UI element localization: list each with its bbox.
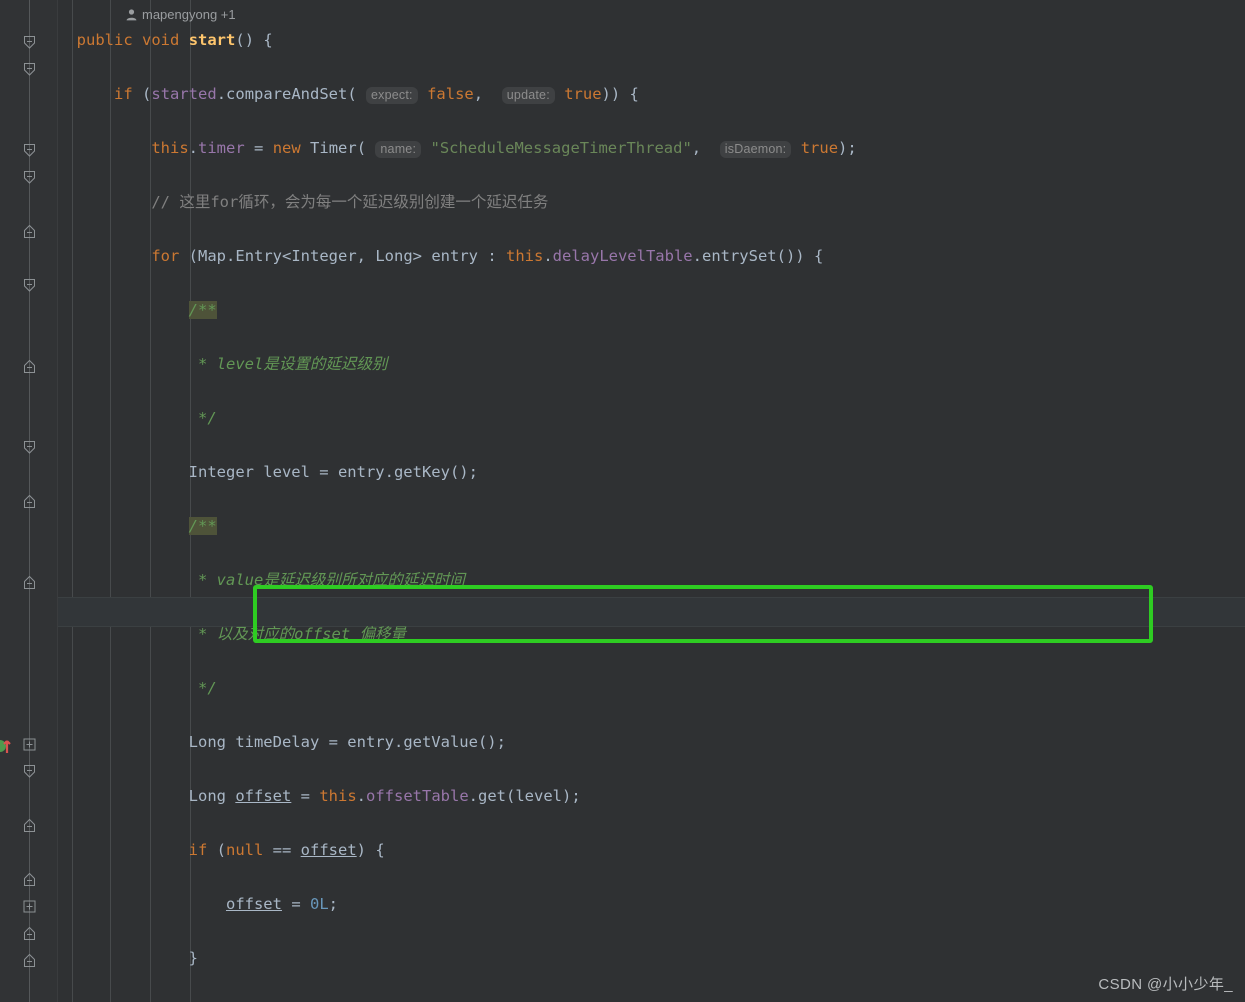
code-line[interactable]: Integer level = entry.getKey(); bbox=[58, 459, 1057, 486]
source-code[interactable]: public void start() { if (started.compar… bbox=[58, 0, 1057, 1002]
person-icon bbox=[126, 8, 137, 21]
code-line[interactable]: this.timer = new Timer( name: "ScheduleM… bbox=[58, 135, 1057, 162]
fold-marker-collapse-end[interactable] bbox=[23, 495, 36, 508]
fold-marker-collapse[interactable] bbox=[23, 63, 36, 76]
code-line[interactable]: Long offset = this.offsetTable.get(level… bbox=[58, 783, 1057, 810]
fold-marker-collapse[interactable] bbox=[23, 765, 36, 778]
code-line[interactable]: /** bbox=[58, 513, 1057, 540]
vcs-author-annotation[interactable]: mapengyong +1 bbox=[126, 7, 236, 22]
fold-marker-collapse[interactable] bbox=[23, 171, 36, 184]
fold-marker-collapse-end[interactable] bbox=[23, 576, 36, 589]
code-line[interactable]: Long timeDelay = entry.getValue(); bbox=[58, 729, 1057, 756]
code-line[interactable]: * value是延迟级别所对应的延迟时间 bbox=[58, 567, 1057, 594]
code-line[interactable]: if (started.compareAndSet( expect: false… bbox=[58, 81, 1057, 108]
fold-marker-collapse[interactable] bbox=[23, 144, 36, 157]
fold-marker-collapse-end[interactable] bbox=[23, 927, 36, 940]
fold-marker-collapse-end[interactable] bbox=[23, 954, 36, 967]
code-line[interactable]: // 这里for循环，会为每一个延迟级别创建一个延迟任务 bbox=[58, 189, 1057, 216]
author-annotation-label: mapengyong +1 bbox=[142, 7, 236, 22]
fold-marker-collapse-end[interactable] bbox=[23, 873, 36, 886]
fold-marker-collapse[interactable] bbox=[23, 36, 36, 49]
watermark: CSDN @小小少年_ bbox=[1098, 976, 1233, 993]
inlay-hint-expect: expect: bbox=[366, 87, 418, 104]
inlay-hint-update: update: bbox=[501, 87, 555, 104]
inlay-hint-isdaemon: isDaemon: bbox=[719, 141, 792, 158]
code-text-area[interactable]: public void start() { if (started.compar… bbox=[58, 0, 1245, 1002]
editor-gutter[interactable] bbox=[0, 0, 58, 1002]
code-line[interactable]: offset = 0L; bbox=[58, 891, 1057, 918]
fold-marker-collapse[interactable] bbox=[23, 279, 36, 292]
code-line[interactable]: * 以及对应的offset 偏移量 bbox=[58, 621, 1057, 648]
code-line[interactable]: */ bbox=[58, 405, 1057, 432]
fold-marker-collapse-end[interactable] bbox=[23, 360, 36, 373]
fold-marker-expand[interactable] bbox=[23, 738, 36, 751]
inlay-hint-name: name: bbox=[375, 141, 422, 158]
vcs-change-marker-icon[interactable] bbox=[0, 737, 16, 755]
code-editor[interactable]: public void start() { if (started.compar… bbox=[0, 0, 1245, 1002]
fold-marker-collapse[interactable] bbox=[23, 441, 36, 454]
code-line[interactable]: */ bbox=[58, 675, 1057, 702]
code-line[interactable]: /** bbox=[58, 297, 1057, 324]
fold-marker-collapse-end[interactable] bbox=[23, 819, 36, 832]
fold-marker-collapse-end[interactable] bbox=[23, 225, 36, 238]
code-line[interactable]: for (Map.Entry<Integer, Long> entry : th… bbox=[58, 243, 1057, 270]
code-line[interactable]: } bbox=[58, 945, 1057, 972]
code-line[interactable]: * level是设置的延迟级别 bbox=[58, 351, 1057, 378]
fold-marker-expand[interactable] bbox=[23, 900, 36, 913]
code-line[interactable]: public void start() { bbox=[58, 27, 1057, 54]
code-line[interactable]: if (null == offset) { bbox=[58, 837, 1057, 864]
